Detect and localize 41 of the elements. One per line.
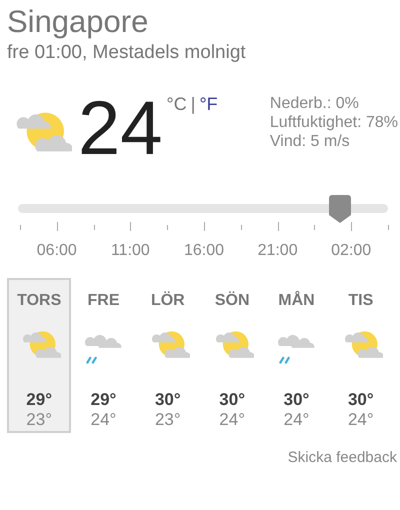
low-temperature: 23° xyxy=(154,410,181,430)
weather-detail: Nederb.: 0% xyxy=(270,94,360,113)
high-temperature: 30° xyxy=(154,390,181,410)
unit-toggle[interactable]: °C xyxy=(166,94,187,115)
high-temperature: 29° xyxy=(26,390,52,410)
weather-detail: Luftfuktighet: 78% xyxy=(270,113,398,132)
day-tab[interactable]: TORS 29° 23° xyxy=(7,278,72,433)
time-label: 06:00 xyxy=(36,242,77,260)
day-name: SÖN xyxy=(214,292,250,310)
day-tab[interactable]: LÖR 30° 23° xyxy=(136,278,200,433)
time-label: 02:00 xyxy=(331,242,372,260)
slider-thumb[interactable] xyxy=(328,194,351,223)
day-name: TORS xyxy=(17,292,62,310)
time-label: 21:00 xyxy=(258,242,298,260)
time-condition-text: fre 01:00, Mestadels molnigt xyxy=(7,42,247,64)
low-temperature: 24° xyxy=(284,410,310,430)
weather-detail: Vind: 5 m/s xyxy=(270,132,351,151)
high-temperature: 29° xyxy=(90,390,116,410)
day-tab[interactable]: MÅN 30° 24° xyxy=(264,278,329,433)
high-temperature: 30° xyxy=(284,390,310,410)
low-temperature: 24° xyxy=(348,410,374,430)
day-name: LÖR xyxy=(150,292,185,310)
day-name: TIS xyxy=(348,292,374,310)
current-temperature: 24 xyxy=(78,94,163,164)
time-slider-track[interactable] xyxy=(18,204,388,213)
high-temperature: 30° xyxy=(348,390,374,410)
day-name: FRE xyxy=(87,292,120,310)
day-tab[interactable]: FRE 29° 24° xyxy=(71,278,136,433)
day-tab[interactable]: SÖN 30° 24° xyxy=(200,278,264,433)
high-temperature: 30° xyxy=(219,390,246,410)
low-temperature: 24° xyxy=(90,410,116,430)
feedback-link[interactable]: Skicka feedback xyxy=(288,448,397,466)
day-name: MÅN xyxy=(278,292,315,310)
unit-toggle[interactable]: °F xyxy=(199,94,218,115)
low-temperature: 24° xyxy=(219,410,246,430)
location-title: Singapore xyxy=(7,4,150,40)
low-temperature: 23° xyxy=(26,410,52,430)
day-tab[interactable]: TIS 30° 24° xyxy=(328,278,393,433)
unit-separator: | xyxy=(190,94,196,115)
time-label: 11:00 xyxy=(110,242,150,260)
time-label: 16:00 xyxy=(184,242,224,260)
